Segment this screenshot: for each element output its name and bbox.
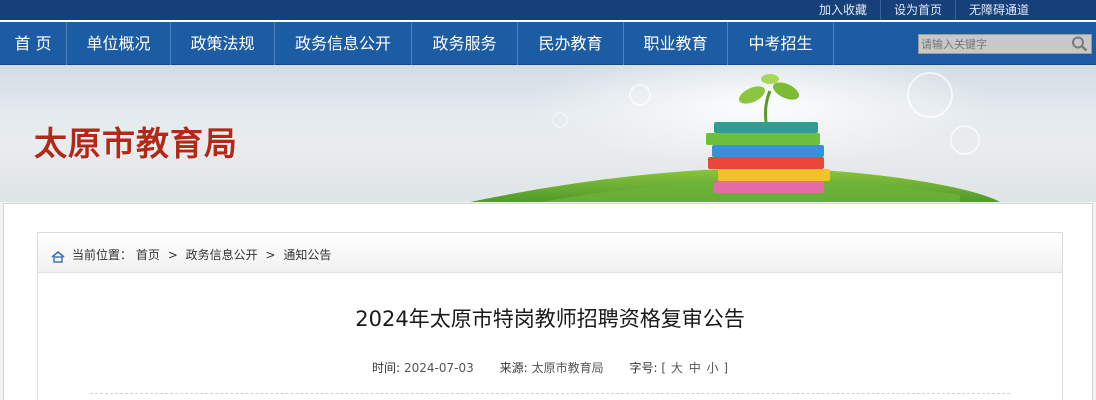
search-input[interactable] [921, 36, 1066, 52]
fontsize-bracket-close: ] [723, 361, 729, 375]
nav-item-overview[interactable]: 单位概况 [67, 22, 171, 65]
breadcrumb-notices[interactable]: 通知公告 [283, 248, 331, 262]
fontsize-medium-link[interactable]: 中 [689, 361, 701, 375]
fontsize-large-link[interactable]: 大 [671, 361, 683, 375]
breadcrumb-disclosure[interactable]: 政务信息公开 [186, 248, 258, 262]
search-box [918, 34, 1092, 54]
nav-item-policy[interactable]: 政策法规 [171, 22, 275, 65]
accessibility-link[interactable]: 无障碍通道 [954, 0, 1042, 20]
add-favorite-link[interactable]: 加入收藏 [806, 0, 880, 20]
content-panel: 当前位置： 首页 > 政务信息公开 > 通知公告 2024年太原市特岗教师招聘资… [3, 203, 1093, 400]
nav-item-services[interactable]: 政务服务 [412, 22, 518, 65]
nav-item-enrollment[interactable]: 中考招生 [728, 22, 834, 65]
nav-item-private-edu[interactable]: 民办教育 [518, 22, 624, 65]
breadcrumb-home[interactable]: 首页 [136, 248, 160, 262]
article-meta: 时间: 2024-07-03 来源: 太原市教育局 字号: [ 大 中 小 ] [38, 359, 1062, 376]
fontsize-bracket-open: [ [661, 361, 667, 375]
site-title: 太原市教育局 [34, 124, 238, 163]
nav-item-disclosure[interactable]: 政务信息公开 [275, 22, 412, 65]
nav-item-home[interactable]: 首 页 [0, 22, 67, 65]
utility-links: 加入收藏 设为首页 无障碍通道 [806, 0, 1042, 20]
set-homepage-link[interactable]: 设为首页 [879, 0, 955, 20]
time-label: 时间: [371, 361, 400, 375]
header-banner: 太原市教育局 [0, 65, 1096, 202]
breadcrumb: 当前位置： 首页 > 政务信息公开 > 通知公告 [38, 233, 1062, 273]
fontsize-small-link[interactable]: 小 [707, 361, 719, 375]
article-source: 太原市教育局 [531, 361, 604, 375]
top-utility-bar: 加入收藏 设为首页 无障碍通道 [0, 0, 1096, 20]
source-label: 来源: [499, 361, 528, 375]
main-nav: 首 页 单位概况 政策法规 政务信息公开 政务服务 民办教育 职业教育 中考招生 [0, 20, 1096, 65]
breadcrumb-separator: > [265, 248, 276, 262]
search-icon[interactable] [1071, 36, 1089, 52]
article-container: 当前位置： 首页 > 政务信息公开 > 通知公告 2024年太原市特岗教师招聘资… [37, 232, 1063, 400]
article-title: 2024年太原市特岗教师招聘资格复审公告 [355, 307, 745, 331]
breadcrumb-separator: > [167, 248, 178, 262]
fontsize-controls: [ 大 中 小 ] [661, 361, 728, 375]
meta-divider [90, 393, 1010, 394]
home-icon [51, 248, 65, 263]
fontsize-label: 字号: [629, 361, 658, 375]
breadcrumb-prefix: 当前位置： [72, 248, 133, 262]
publish-date: 2024-07-03 [403, 361, 474, 375]
nav-item-vocational[interactable]: 职业教育 [624, 22, 728, 65]
